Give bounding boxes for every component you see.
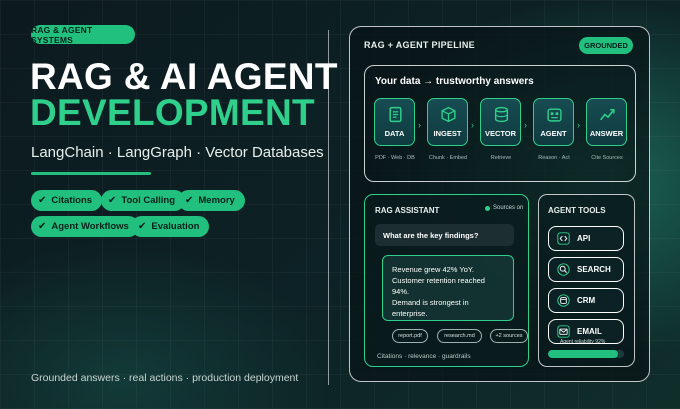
answer-line: Revenue grew 42% YoY.	[392, 265, 475, 274]
feature-label: Tool Calling	[121, 195, 176, 206]
answer-line: Demand is strongest in enterprise.	[392, 298, 469, 318]
reliability-label: Agent reliability 92%	[560, 339, 606, 345]
feature-label: Agent Workflows	[51, 221, 129, 232]
banner: RAG & AGENT SYSTEMS RAG & AI AGENT DEVEL…	[0, 0, 680, 409]
tech-subtitle: LangChain · LangGraph · Vector Databases	[31, 144, 324, 161]
sources-status-label: Sources on	[493, 205, 524, 211]
stage-answer: ANSWER	[586, 98, 627, 146]
stage-label: AGENT	[540, 129, 567, 138]
stage-label: DATA	[384, 129, 405, 138]
source-chip[interactable]: report.pdf	[392, 329, 428, 343]
stage-label: INGEST	[433, 129, 462, 138]
assistant-title: RAG ASSISTANT	[375, 206, 440, 215]
category-badge: RAG & AGENT SYSTEMS	[31, 25, 135, 45]
stage-sub-answer: Cite Sources	[591, 155, 623, 161]
divider	[328, 30, 329, 385]
panel-title: RAG + AGENT PIPELINE	[364, 40, 475, 50]
tool-search[interactable]: SEARCH	[548, 257, 624, 282]
source-chip[interactable]: research.md	[437, 329, 482, 343]
check-icon: ✔	[185, 195, 194, 206]
robot-icon	[547, 108, 562, 122]
arrow-icon: ›	[471, 120, 474, 130]
search-icon	[557, 263, 570, 276]
user-question: What are the key findings?	[375, 224, 514, 246]
cube-icon	[441, 106, 456, 123]
stage-data: DATA	[374, 98, 415, 146]
mail-icon	[557, 325, 570, 338]
tool-label: API	[577, 234, 591, 243]
stage-label: VECTOR	[484, 129, 517, 138]
stage-sub-data: PDF · Web · DB	[375, 155, 415, 161]
status-badge: GROUNDED	[579, 37, 633, 54]
arrow-icon: ›	[524, 120, 527, 130]
stage-ingest: INGEST	[427, 98, 468, 146]
check-icon: ✔	[38, 195, 47, 206]
stage-agent: AGENT	[533, 98, 574, 146]
check-icon: ✔	[108, 195, 117, 206]
accent-underline	[31, 172, 151, 175]
reliability-bar	[548, 350, 624, 358]
stage-vector: VECTOR	[480, 98, 521, 146]
stage-sub-agent: Reason · Act	[538, 155, 570, 161]
reliability-fill	[548, 350, 618, 358]
stage-sub-vector: Retrieve	[490, 155, 512, 161]
headline-line2: DEVELOPMENT	[30, 92, 315, 133]
feature-pill-citations: ✔ Citations	[31, 190, 103, 211]
database-icon	[557, 294, 570, 307]
code-icon	[557, 232, 570, 245]
arrow-icon: ›	[577, 120, 580, 130]
tool-label: SEARCH	[577, 265, 611, 274]
sources-status: Sources on	[485, 205, 523, 211]
feature-label: Memory	[198, 195, 235, 206]
tool-api[interactable]: API	[548, 226, 624, 251]
tool-label: CRM	[577, 296, 596, 305]
check-icon: ✔	[138, 221, 147, 232]
feature-pill-evaluation: ✔ Evaluation	[131, 216, 210, 237]
tool-crm[interactable]: CRM	[548, 288, 624, 313]
document-icon	[389, 106, 402, 123]
feature-label: Citations	[51, 195, 93, 206]
database-icon	[494, 106, 509, 123]
assistant-answer: Revenue grew 42% YoY. Customer retention…	[382, 255, 514, 321]
source-chip[interactable]: +2 sources	[490, 329, 528, 343]
assistant-footer: Citations · relevance · guardrails	[377, 353, 471, 360]
arrow-icon: ›	[418, 120, 421, 130]
tools-title: AGENT TOOLS	[548, 206, 606, 215]
stage-sub-ingest: Chunk · Embed	[428, 155, 468, 161]
feature-pill-memory: ✔ Memory	[178, 190, 245, 211]
flow-heading: Your data → trustworthy answers	[375, 76, 534, 87]
status-dot-icon	[485, 205, 490, 211]
feature-label: Evaluation	[151, 221, 200, 232]
answer-line: Customer retention reached 94%.	[392, 276, 485, 296]
stage-label: ANSWER	[589, 129, 624, 138]
trend-chart-icon	[599, 109, 615, 121]
check-icon: ✔	[38, 221, 47, 232]
feature-pill-agent-workflows: ✔ Agent Workflows	[31, 216, 139, 237]
tagline: Grounded answers · real actions · produc…	[31, 372, 299, 384]
headline-line1: RAG & AI AGENT	[30, 56, 338, 97]
feature-pill-tool-calling: ✔ Tool Calling	[101, 190, 186, 211]
tool-label: EMAIL	[577, 327, 602, 336]
